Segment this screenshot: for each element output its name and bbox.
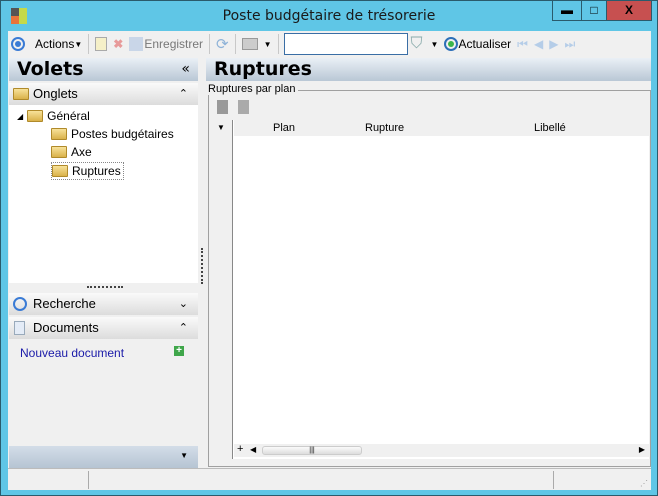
tree-node-axe[interactable]: Axe (51, 145, 92, 159)
previous-record-button[interactable]: ◀ (531, 33, 546, 55)
filter-icon: ⛉ (410, 35, 423, 52)
actions-icon (11, 37, 25, 51)
chevron-down-icon[interactable]: ▼ (180, 451, 188, 460)
tree-view: ◢ Général Postes budgétaires Axe Ruptures (9, 105, 198, 283)
expand-icon[interactable]: ⌄ (179, 293, 188, 315)
tree-node-general[interactable]: ◢ Général (17, 109, 90, 123)
status-bar: ⋰ (8, 468, 651, 490)
new-icon (95, 37, 108, 51)
minimize-button[interactable]: ▬ (552, 1, 582, 21)
splitter-handle[interactable] (87, 286, 123, 288)
column-header-rupture[interactable]: Rupture (365, 120, 404, 136)
grid-header: Plan Rupture Libellé (234, 120, 649, 136)
column-header-plan[interactable]: Plan (273, 120, 295, 136)
scroll-right-icon[interactable]: ▶ (639, 445, 645, 454)
edit-row-icon[interactable] (238, 100, 249, 114)
status-panel (9, 471, 89, 489)
main-panel: Ruptures Ruptures par plan ▼ Plan Ruptur… (206, 58, 651, 468)
save-icon (129, 37, 144, 51)
collapse-panel-button[interactable]: « (181, 58, 190, 81)
expand-icon[interactable]: ◢ (17, 112, 23, 121)
toolbar: Actions ▼ ✖ Enregistrer ⟳ ▼ ⛉ ▼ Actualiser… (8, 31, 651, 57)
add-icon[interactable]: + (174, 346, 184, 356)
new-button[interactable] (92, 33, 110, 55)
section-onglets[interactable]: Onglets ⌃ (9, 83, 198, 105)
group-label: Ruptures par plan (208, 83, 299, 95)
search-input[interactable] (283, 33, 408, 55)
tree-node-postes[interactable]: Postes budgétaires (51, 127, 174, 141)
chevron-down-icon: ▼ (74, 39, 83, 49)
delete-button[interactable]: ✖ (110, 33, 126, 55)
page-title: Ruptures (206, 58, 651, 81)
folder-icon (13, 88, 29, 100)
vertical-splitter[interactable] (201, 248, 203, 284)
first-record-button[interactable]: ⏮ (514, 33, 531, 55)
column-header-libelle[interactable]: Libellé (534, 120, 566, 136)
open-folder-icon (52, 165, 68, 177)
filter-button[interactable]: ⛉ ▼ (408, 33, 442, 55)
horizontal-scrollbar[interactable]: + ◀ ||| ▶ (234, 443, 649, 457)
delete-icon: ✖ (113, 37, 124, 51)
section-recherche[interactable]: Recherche ⌄ (9, 293, 198, 315)
collapse-icon[interactable]: ⌃ (179, 83, 188, 105)
section-documents[interactable]: Documents ⌃ (9, 317, 198, 339)
folder-icon (51, 146, 67, 158)
next-record-button[interactable]: ▶ (546, 33, 561, 55)
chevron-down-icon: ▼ (430, 39, 439, 49)
document-icon (14, 321, 25, 335)
data-grid: ▼ Plan Rupture Libellé + ◀ ||| ▶ (210, 120, 649, 459)
print-button[interactable]: ▼ (239, 33, 275, 55)
folder-icon (51, 128, 67, 140)
last-record-button[interactable]: ⏭ (561, 33, 578, 55)
maximize-button[interactable]: □ (581, 1, 607, 21)
resize-grip-icon[interactable]: ⋰ (640, 479, 648, 488)
panel-footer: ▼ (9, 446, 198, 468)
status-separator (553, 471, 554, 489)
add-icon[interactable]: + (237, 443, 243, 455)
row-header-column: ▼ (210, 120, 233, 459)
sync-button[interactable]: ⟳ (213, 33, 232, 55)
group-box: ▼ Plan Rupture Libellé + ◀ ||| ▶ (208, 90, 651, 467)
close-button[interactable]: X (606, 1, 652, 21)
search-panel-icon (13, 297, 27, 311)
actions-button[interactable]: Actions ▼ (8, 33, 85, 55)
new-document-link[interactable]: Nouveau document (20, 346, 124, 360)
panel-title: Volets « (9, 58, 198, 81)
window: Poste budgétaire de trésorerie ▬ □ X Act… (0, 0, 658, 496)
printer-icon (241, 38, 258, 50)
refresh-icon (444, 37, 459, 51)
add-row-icon[interactable] (217, 100, 228, 114)
title-bar: Poste budgétaire de trésorerie ▬ □ X (1, 1, 657, 31)
collapse-icon[interactable]: ⌃ (179, 317, 188, 339)
scroll-left-icon[interactable]: ◀ (250, 445, 256, 454)
side-panel: Volets « Onglets ⌃ ◢ Général Postes budgéta… (9, 58, 198, 468)
folder-icon (27, 110, 44, 122)
chevron-down-icon: ▼ (263, 39, 272, 49)
tree-node-ruptures[interactable]: Ruptures (51, 162, 124, 180)
scrollbar-thumb[interactable]: ||| (262, 446, 362, 455)
column-chooser-icon[interactable]: ▼ (217, 123, 225, 132)
save-button[interactable]: Enregistrer (126, 33, 206, 55)
sync-icon: ⟳ (216, 36, 229, 53)
refresh-button[interactable]: Actualiser (441, 33, 514, 55)
